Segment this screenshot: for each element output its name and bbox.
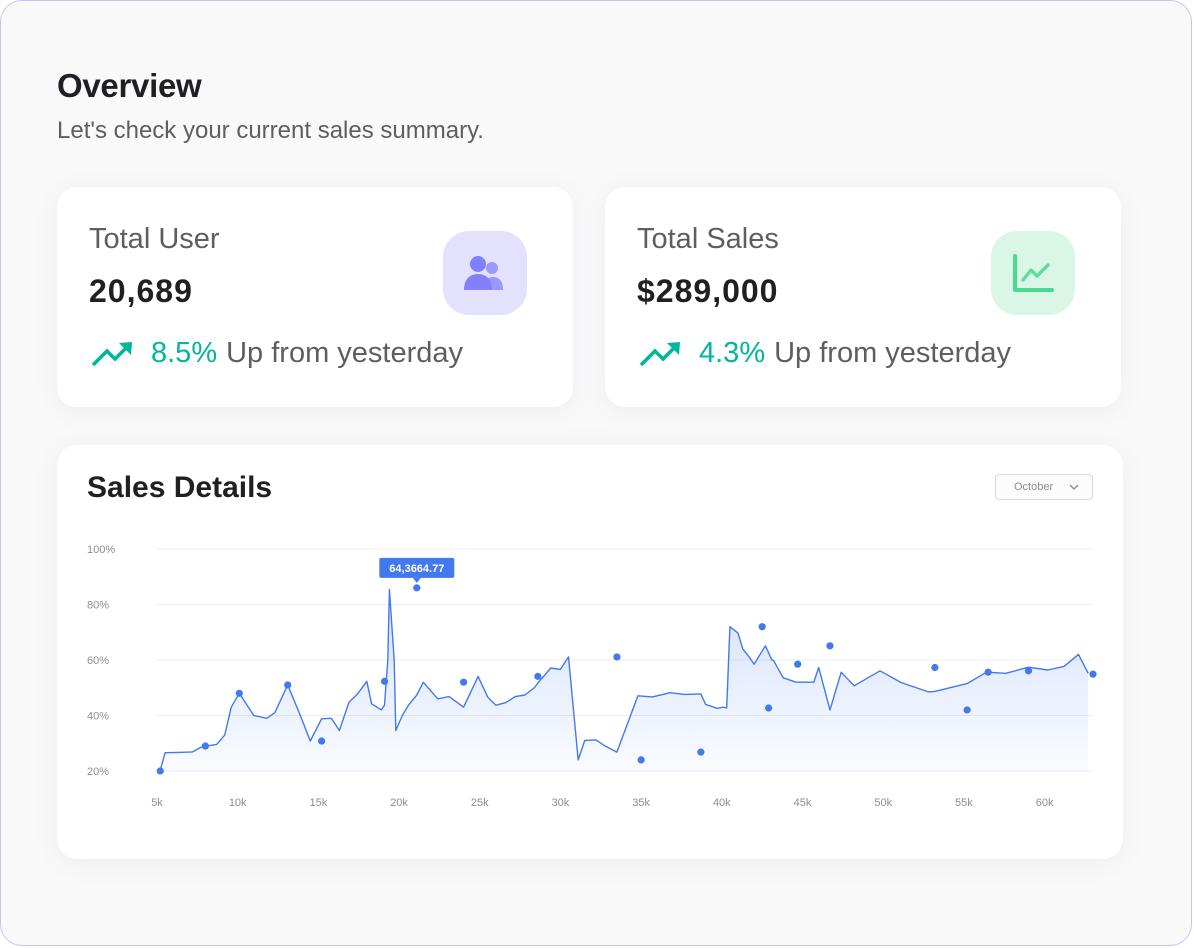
data-point bbox=[318, 737, 326, 745]
data-point bbox=[156, 767, 164, 775]
x-tick-label: 45k bbox=[794, 797, 812, 809]
chevron-down-icon bbox=[1069, 484, 1079, 490]
trend-text: Up from yesterday bbox=[226, 337, 464, 369]
data-point bbox=[235, 689, 243, 697]
stat-label: Total User bbox=[89, 223, 220, 255]
trend-up-icon bbox=[639, 341, 680, 366]
page-title: Overview bbox=[57, 67, 202, 104]
line-chart-icon bbox=[991, 231, 1075, 315]
data-point bbox=[201, 742, 210, 750]
users-icon bbox=[443, 231, 527, 315]
data-point bbox=[1089, 670, 1097, 678]
stat-value: 20,689 bbox=[89, 273, 193, 309]
stat-value: $289,000 bbox=[637, 273, 779, 309]
trend-percentage: 8.5% bbox=[151, 337, 218, 369]
trend-up-icon bbox=[91, 341, 132, 366]
data-point bbox=[460, 678, 468, 686]
data-point bbox=[931, 663, 939, 672]
data-point bbox=[794, 660, 802, 668]
x-tick-label: 50k bbox=[874, 797, 892, 809]
x-tick-label: 40k bbox=[713, 797, 731, 809]
x-tick-label: 25k bbox=[471, 797, 489, 809]
trend-row: 8.5% Up from yesterday bbox=[91, 337, 463, 370]
trend-row: 4.3% Up from yesterday bbox=[639, 337, 1011, 370]
x-tick-label: 30k bbox=[552, 797, 570, 809]
y-tick-label: 60% bbox=[87, 655, 109, 667]
sales-area-chart: 20% 40% 60% 80% 100% 5k 10k 15k 20k 25k 30k 35k 40k 4… bbox=[87, 544, 1097, 809]
chart-title: Sales Details bbox=[87, 471, 273, 504]
total-sales-card: Total Sales $289,000 4.3% Up from yester… bbox=[605, 187, 1121, 407]
data-point bbox=[413, 584, 421, 592]
x-tick-label: 10k bbox=[229, 797, 247, 809]
x-tick-label: 55k bbox=[955, 797, 973, 809]
sales-details-card: 20% 40% 60% 80% 100% 5k 10k 15k 20k 25k 30k 35k 40k 4… bbox=[57, 445, 1123, 859]
data-point bbox=[1024, 667, 1033, 675]
data-point bbox=[380, 677, 389, 685]
y-tick-label: 80% bbox=[87, 600, 109, 612]
data-point bbox=[637, 756, 645, 764]
data-point bbox=[613, 653, 621, 661]
series-area bbox=[160, 589, 1089, 771]
dashboard-frame: Overview Let's check your current sales … bbox=[0, 0, 1192, 946]
page-subtitle: Let's check your current sales summary. bbox=[57, 117, 484, 144]
x-tick-label: 15k bbox=[310, 797, 328, 809]
data-point bbox=[765, 704, 773, 712]
data-point bbox=[284, 681, 292, 689]
month-select-value: October bbox=[1014, 481, 1054, 493]
y-tick-label: 40% bbox=[87, 711, 109, 723]
data-point bbox=[963, 706, 971, 714]
tooltip-pointer bbox=[412, 577, 421, 583]
month-select[interactable]: October bbox=[995, 474, 1093, 500]
data-point bbox=[697, 748, 705, 756]
x-tick-label: 60k bbox=[1036, 797, 1054, 809]
trend-percentage: 4.3% bbox=[699, 337, 766, 369]
x-tick-label: 5k bbox=[151, 797, 163, 809]
tooltip-value: 64,3664.77 bbox=[389, 563, 444, 575]
total-user-card: Total User 20,689 8.5% Up from yesterday bbox=[57, 187, 573, 407]
data-point bbox=[984, 668, 992, 676]
trend-text: Up from yesterday bbox=[774, 337, 1012, 369]
data-point bbox=[826, 642, 834, 650]
data-point bbox=[758, 623, 766, 631]
y-tick-label: 20% bbox=[87, 766, 109, 778]
stat-label: Total Sales bbox=[637, 223, 779, 255]
x-tick-label: 35k bbox=[632, 797, 650, 809]
y-tick-label: 100% bbox=[87, 544, 115, 556]
data-point bbox=[534, 672, 542, 680]
x-tick-label: 20k bbox=[390, 797, 408, 809]
